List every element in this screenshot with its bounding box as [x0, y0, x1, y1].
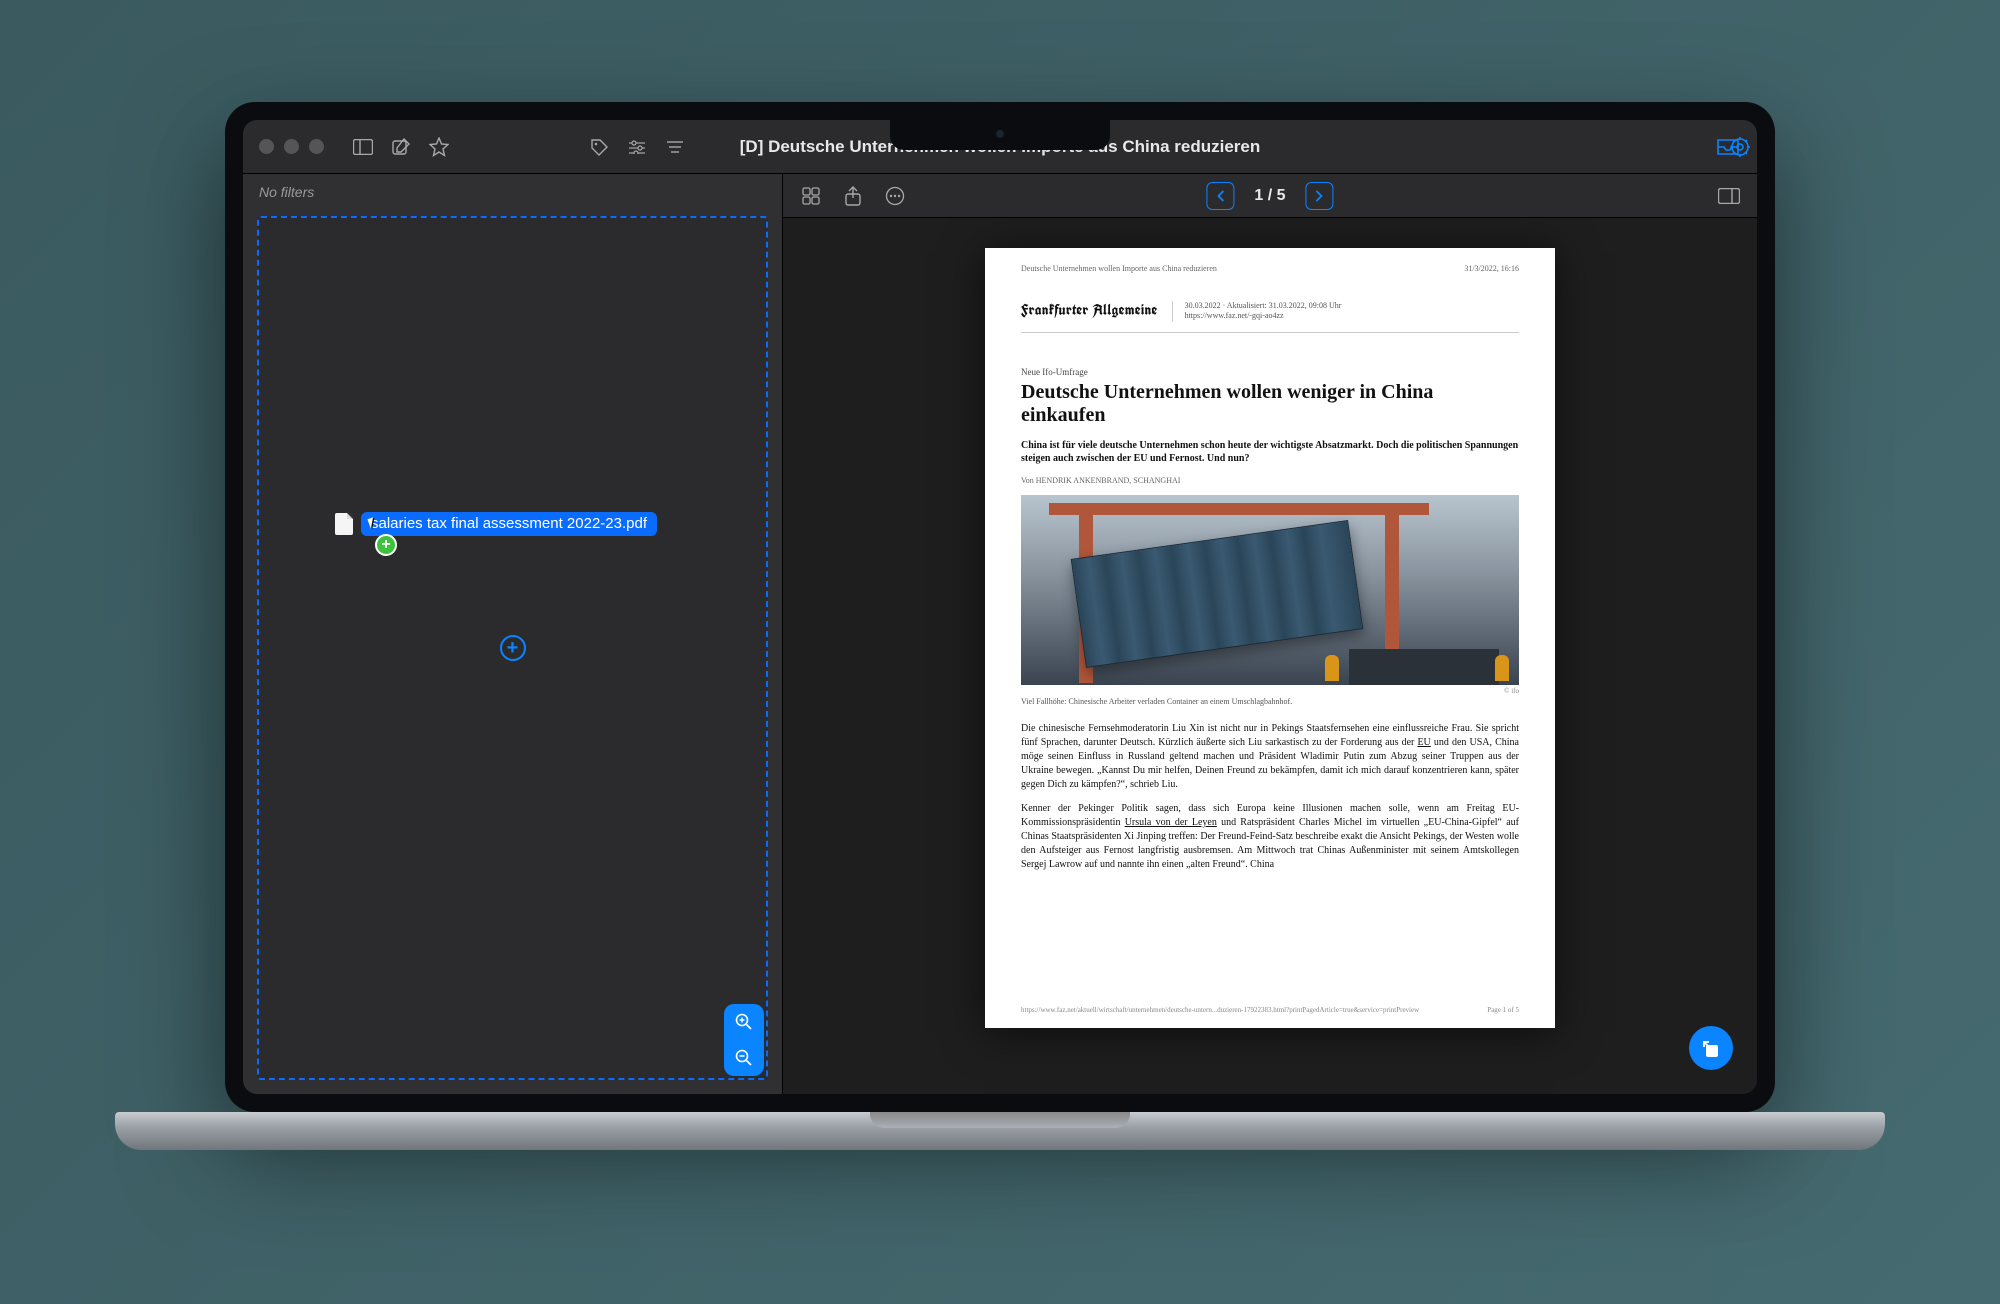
minimize-window[interactable]: [284, 139, 299, 154]
publish-date: 30.03.2022 · Aktualisiert: 31.03.2022, 0…: [1185, 301, 1342, 311]
running-head: Deutsche Unternehmen wollen Importe aus …: [1021, 264, 1217, 273]
sliders-icon[interactable]: [624, 134, 650, 160]
running-date: 31/3/2022, 16:16: [1464, 264, 1519, 273]
panel-toggle-icon[interactable]: [1715, 182, 1743, 210]
document-page: Deutsche Unternehmen wollen Importe aus …: [985, 248, 1555, 1028]
article-byline: Von HENDRIK ANKENBRAND, SCHANGHAI: [1021, 476, 1519, 485]
prev-page-button[interactable]: [1206, 182, 1234, 210]
dragged-file-name: salaries tax final assessment 2022-23.pd…: [361, 512, 657, 536]
tag-icon[interactable]: [586, 134, 612, 160]
kicker: Neue Ifo-Umfrage: [1021, 367, 1519, 377]
body-paragraph-1: Die chinesische Fernsehmoderatorin Liu X…: [1021, 722, 1519, 792]
list-icon[interactable]: [662, 134, 688, 160]
body-paragraph-2: Kenner der Pekinger Politik sagen, dass …: [1021, 802, 1519, 872]
drag-cursor-plus-icon: +: [375, 534, 397, 556]
drop-zone[interactable]: + salaries tax final assessment 2022-23.…: [257, 216, 768, 1080]
page-label: 1 / 5: [1254, 187, 1285, 205]
image-credit: © ifo: [1021, 687, 1519, 695]
zoom-in-button[interactable]: [724, 1004, 764, 1040]
compose-icon[interactable]: [388, 134, 414, 160]
window-controls: [259, 139, 324, 154]
close-window[interactable]: [259, 139, 274, 154]
laptop-base: [115, 1112, 1885, 1150]
file-icon: [335, 513, 353, 535]
sidebar-toggle-icon[interactable]: [350, 134, 376, 160]
gear-icon[interactable]: [1727, 134, 1753, 160]
action-fab[interactable]: [1689, 1026, 1733, 1070]
page-indicator: 1 / 5: [1206, 182, 1333, 210]
footer-page: Page 1 of 5: [1487, 1006, 1519, 1014]
zoom-controls: [724, 1004, 764, 1076]
add-icon: +: [500, 635, 526, 661]
grid-icon[interactable]: [797, 182, 825, 210]
content-pane: 1 / 5 Deutsche Unternehmen wolle: [783, 174, 1757, 1094]
filter-status: No filters: [243, 174, 782, 206]
more-icon[interactable]: [881, 182, 909, 210]
content-toolbar: 1 / 5: [783, 174, 1757, 218]
footer-url: https://www.faz.net/aktuell/wirtschaft/u…: [1021, 1006, 1419, 1014]
newspaper-masthead: Frankfurter Allgemeine: [1021, 301, 1158, 320]
article-lede: China ist für viele deutsche Unternehmen…: [1021, 439, 1519, 466]
dragged-file: salaries tax final assessment 2022-23.pd…: [335, 512, 657, 536]
document-viewer[interactable]: Deutsche Unternehmen wollen Importe aus …: [783, 218, 1757, 1094]
article-image: [1021, 495, 1519, 685]
star-icon[interactable]: [426, 134, 452, 160]
zoom-window[interactable]: [309, 139, 324, 154]
sidebar: No filters + salaries tax final assessme…: [243, 174, 783, 1094]
next-page-button[interactable]: [1306, 182, 1334, 210]
image-caption: Viel Fallhöhe: Chinesische Arbeiter verl…: [1021, 697, 1519, 706]
zoom-out-button[interactable]: [724, 1040, 764, 1076]
article-headline: Deutsche Unternehmen wollen weniger in C…: [1021, 381, 1519, 427]
share-icon[interactable]: [839, 182, 867, 210]
article-url: https://www.faz.net/-gqi-ao4zz: [1185, 311, 1342, 321]
laptop-notch: [890, 120, 1110, 150]
